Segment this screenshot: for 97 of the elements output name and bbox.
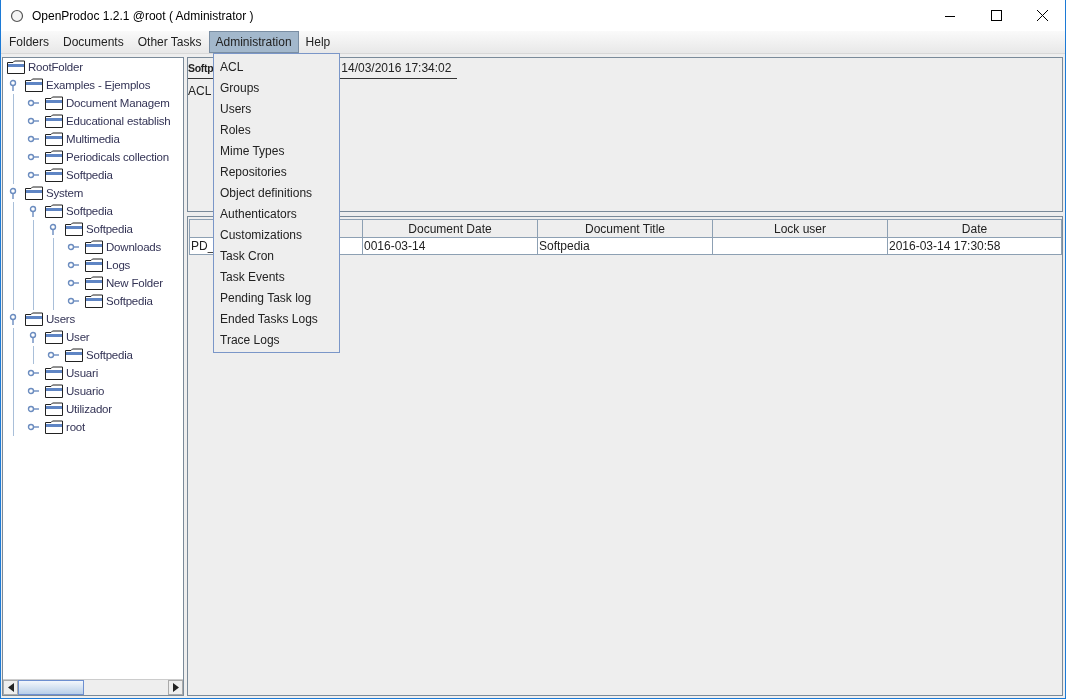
- menu-entry[interactable]: Ended Tasks Logs: [214, 308, 339, 329]
- menu-entry[interactable]: Users: [214, 98, 339, 119]
- folder-icon: [25, 78, 43, 92]
- expanded-handle-icon[interactable]: [7, 313, 19, 325]
- folder-icon: [45, 366, 63, 380]
- scroll-thumb[interactable]: [18, 680, 84, 695]
- tree-item[interactable]: Users: [46, 313, 76, 325]
- folder-icon: [85, 240, 103, 254]
- menu-entry[interactable]: Pending Task log: [214, 287, 339, 308]
- tree-item[interactable]: Usuari: [66, 367, 99, 379]
- collapsed-handle-icon[interactable]: [27, 421, 39, 433]
- tree-item[interactable]: Examples - Ejemplos: [46, 79, 151, 91]
- menu-entry[interactable]: Groups: [214, 77, 339, 98]
- column-header[interactable]: Document Title: [538, 219, 713, 238]
- collapsed-handle-icon[interactable]: [27, 151, 39, 163]
- collapsed-handle-icon[interactable]: [27, 115, 39, 127]
- folder-icon: [45, 384, 63, 398]
- folder-icon: [45, 420, 63, 434]
- menu-entry[interactable]: Trace Logs: [214, 329, 339, 350]
- collapsed-handle-icon[interactable]: [67, 295, 79, 307]
- collapsed-handle-icon[interactable]: [27, 169, 39, 181]
- collapsed-handle-icon[interactable]: [27, 97, 39, 109]
- tree-item[interactable]: Softpedia: [66, 205, 113, 217]
- folder-icon: [85, 258, 103, 272]
- tree-item[interactable]: Periodicals collection: [66, 151, 169, 163]
- folder-icon: [85, 276, 103, 290]
- tree-item[interactable]: New Folder: [106, 277, 163, 289]
- menu-item[interactable]: Documents: [56, 31, 131, 53]
- folder-icon: [45, 402, 63, 416]
- menu-entry[interactable]: Roles: [214, 119, 339, 140]
- expanded-handle-icon[interactable]: [47, 223, 59, 235]
- folder-icon: [45, 204, 63, 218]
- folder-icon: [45, 132, 63, 146]
- menu-item[interactable]: Other Tasks: [130, 31, 209, 53]
- tree-item[interactable]: root: [66, 421, 86, 433]
- collapsed-handle-icon[interactable]: [47, 349, 59, 361]
- tree-item[interactable]: Logs: [106, 259, 131, 271]
- menu-entry[interactable]: Repositories: [214, 161, 339, 182]
- menu-entry[interactable]: Authenticators: [214, 203, 339, 224]
- menu-item[interactable]: Folders: [2, 31, 56, 53]
- collapsed-handle-icon[interactable]: [27, 385, 39, 397]
- horizontal-scrollbar[interactable]: [3, 679, 183, 695]
- tree-item[interactable]: Softpedia: [66, 169, 113, 181]
- collapsed-handle-icon[interactable]: [67, 241, 79, 253]
- folder-icon: [7, 60, 25, 74]
- tree-item[interactable]: Document Managem: [66, 97, 170, 109]
- collapsed-handle-icon[interactable]: [67, 259, 79, 271]
- menu-item[interactable]: Administration: [208, 31, 299, 53]
- folder-icon: [45, 168, 63, 182]
- collapsed-handle-icon[interactable]: [27, 367, 39, 379]
- table-cell: 2016-03-14 17:30:58: [888, 238, 1062, 255]
- tree-item[interactable]: Educational establish: [66, 115, 171, 127]
- folder-icon: [85, 294, 103, 308]
- table-cell: 0016-03-14: [363, 238, 538, 255]
- menu-entry[interactable]: Object definitions: [214, 182, 339, 203]
- folder-icon: [45, 114, 63, 128]
- tree-item[interactable]: Softpedia: [86, 349, 133, 361]
- collapsed-handle-icon[interactable]: [27, 133, 39, 145]
- folder-icon: [25, 186, 43, 200]
- app-icon: [10, 8, 24, 23]
- collapsed-handle-icon[interactable]: [27, 403, 39, 415]
- scroll-left-icon[interactable]: [7, 683, 14, 692]
- expanded-handle-icon[interactable]: [7, 79, 19, 91]
- folder-icon: [45, 96, 63, 110]
- menu-entry[interactable]: Task Events: [214, 266, 339, 287]
- folder-icon: [45, 330, 63, 344]
- tree-item[interactable]: User: [66, 331, 90, 343]
- folder-icon: [65, 222, 83, 236]
- expanded-handle-icon[interactable]: [27, 205, 39, 217]
- column-header[interactable]: Document Date: [363, 219, 538, 238]
- tree-item[interactable]: Downloads: [106, 241, 162, 253]
- column-header[interactable]: Date: [888, 219, 1062, 238]
- tree-item[interactable]: RootFolder: [28, 61, 83, 73]
- tree-item[interactable]: Multimedia: [66, 133, 120, 145]
- folder-icon: [65, 348, 83, 362]
- column-header[interactable]: Lock user: [713, 219, 888, 238]
- tree-item[interactable]: System: [46, 187, 84, 199]
- menu-item[interactable]: Help: [298, 31, 338, 53]
- document-timestamp: 14/03/2016 17:34:02: [341, 61, 452, 75]
- folder-icon: [25, 312, 43, 326]
- tree-item[interactable]: Softpedia: [106, 295, 153, 307]
- menu-entry[interactable]: ACL: [214, 56, 339, 77]
- menu-entry[interactable]: Mime Types: [214, 140, 339, 161]
- acl-text: ACL: [188, 84, 212, 98]
- window-title: OpenProdoc 1.2.1 @root ( Administrator ): [32, 8, 254, 23]
- document-name: Softp: [188, 62, 214, 74]
- collapsed-handle-icon[interactable]: [67, 277, 79, 289]
- tree-item[interactable]: Utilizador: [66, 403, 112, 415]
- expanded-handle-icon[interactable]: [27, 331, 39, 343]
- tree-item[interactable]: Softpedia: [86, 223, 133, 235]
- folder-icon: [45, 150, 63, 164]
- expanded-handle-icon[interactable]: [7, 187, 19, 199]
- scroll-right-icon[interactable]: [172, 683, 179, 692]
- table-cell: Softpedia: [538, 238, 713, 255]
- tree-item[interactable]: Usuario: [66, 385, 105, 397]
- close-icon: [1036, 10, 1048, 21]
- maximize-icon: [990, 10, 1002, 21]
